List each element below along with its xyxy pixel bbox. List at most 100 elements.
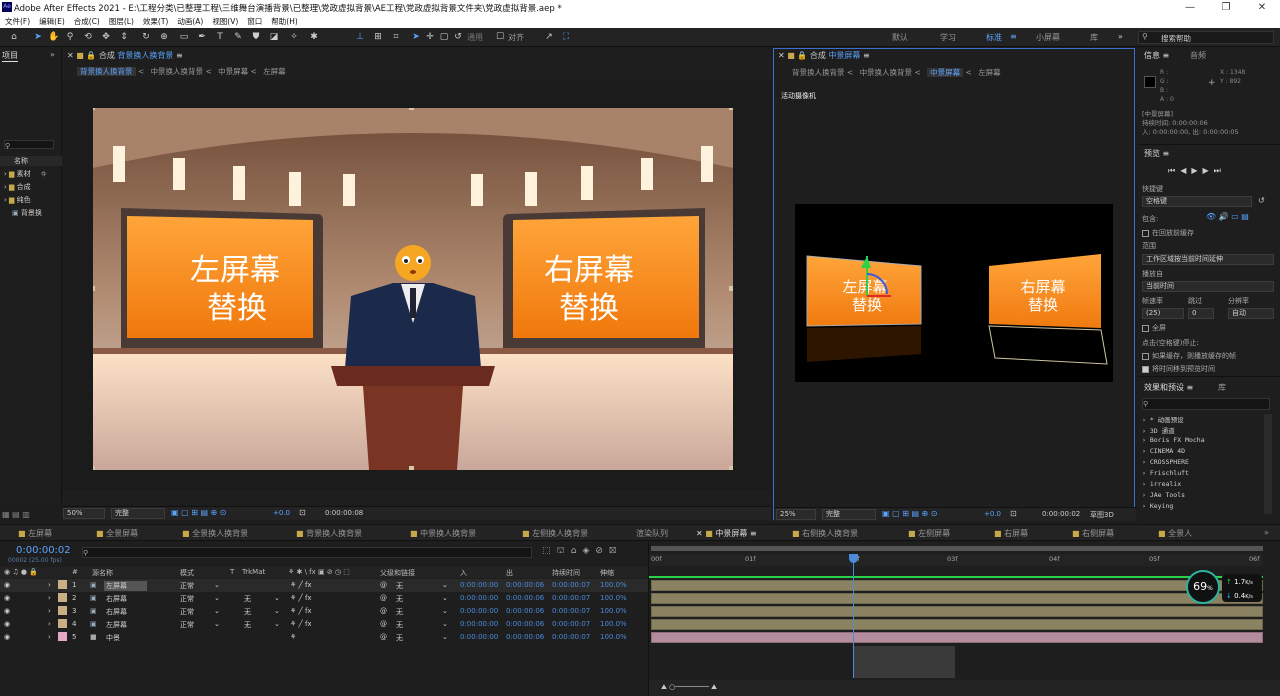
tab-timeline[interactable]: ■ 左侧换人换背景 xyxy=(522,528,588,539)
visibility-icon[interactable]: ◉ xyxy=(4,633,10,641)
visibility-icon[interactable]: ◉ xyxy=(4,581,10,589)
crumb-item[interactable]: 背景换人换背景 xyxy=(77,67,136,76)
layer-in[interactable]: 0:00:00:00 xyxy=(460,594,498,602)
audio-tab[interactable]: 音频 xyxy=(1190,50,1206,61)
crumb-item[interactable]: 左屏幕 xyxy=(978,68,1001,77)
menu-effect[interactable]: 效果(T) xyxy=(143,15,168,28)
timecode-left[interactable]: 0:00:00:08 xyxy=(325,509,363,517)
lock-icon[interactable]: 🔒 xyxy=(86,51,96,60)
work-area-bar[interactable] xyxy=(651,546,1263,551)
layer-in[interactable]: 0:00:00:00 xyxy=(460,607,498,615)
menu-view[interactable]: 视图(V) xyxy=(212,15,238,28)
layer-mode[interactable]: 正常 xyxy=(180,581,194,591)
menu-file[interactable]: 文件(F) xyxy=(5,15,30,28)
workspace-learn[interactable]: 学习 xyxy=(940,32,956,43)
menu-window[interactable]: 窗口 xyxy=(247,15,262,28)
layer-mode[interactable]: 正常 xyxy=(180,594,194,604)
crumb-item[interactable]: 中景屏幕 xyxy=(927,68,964,77)
expand-arrow-icon[interactable]: › xyxy=(48,633,51,641)
resolution-dropdown[interactable]: 自动 xyxy=(1228,308,1274,319)
stamp-tool-icon[interactable]: ⛊ xyxy=(250,31,262,43)
layer-stretch[interactable]: 100.0% xyxy=(600,607,627,615)
timeline-switch-icons[interactable]: ⬚⛫⌂◈⊘⛝ xyxy=(542,546,622,557)
layer-in[interactable]: 0:00:00:00 xyxy=(460,620,498,628)
menu-edit[interactable]: 编辑(E) xyxy=(39,15,65,28)
menu-layer[interactable]: 图层(L) xyxy=(109,15,134,28)
puppet-tool-icon[interactable]: ✱ xyxy=(308,31,320,43)
layer-parent[interactable]: 无 xyxy=(396,607,403,617)
3d-scene-preview[interactable]: 左屏幕 替换 右屏幕 替换 xyxy=(795,204,1113,382)
tab-timeline[interactable]: ■ 背景换人换背景 xyxy=(296,528,362,539)
workspace-small-screen[interactable]: 小屏幕 xyxy=(1036,32,1060,43)
fps-dropdown[interactable]: (25) xyxy=(1142,308,1184,319)
project-col-name[interactable]: 名称 xyxy=(0,156,62,166)
crumb-item[interactable]: 中景屏幕 xyxy=(218,67,248,76)
pickwhip-icon[interactable]: @ xyxy=(380,633,387,641)
zoom-dropdown-right[interactable]: 25% xyxy=(776,509,816,520)
layer-trkmat[interactable]: 无 xyxy=(244,594,251,604)
hand-tool-icon[interactable]: ✋ xyxy=(48,31,60,43)
timecode-right[interactable]: 0:00:00:02 xyxy=(1042,510,1080,518)
move-3d-icon[interactable]: ✛ xyxy=(424,31,436,43)
layer-mode[interactable]: 正常 xyxy=(180,620,194,630)
project-item-footage[interactable]: › ▆ 素材 ⛗ xyxy=(4,169,47,179)
tab-timeline[interactable]: ■ 全景人 xyxy=(1158,528,1192,539)
brush-tool-icon[interactable]: ✎ xyxy=(232,31,244,43)
snap-checkbox-icon[interactable]: ☐ xyxy=(494,31,506,43)
effect-category[interactable]: › irrealix xyxy=(1142,480,1181,488)
layer-mode[interactable]: 正常 xyxy=(180,607,194,617)
scale-3d-icon[interactable]: ▢ xyxy=(438,31,450,43)
minimize-button[interactable]: — xyxy=(1172,0,1208,15)
col-stretch[interactable]: 伸缩 xyxy=(600,568,614,578)
label-color-swatch[interactable] xyxy=(58,619,67,628)
library-tab[interactable]: 库 xyxy=(1218,382,1226,393)
selection-tool-icon[interactable]: ➤ xyxy=(32,31,44,43)
camera-icon[interactable]: ⊡ xyxy=(299,508,306,517)
project-item-comps[interactable]: › ▆ 合成 xyxy=(4,182,31,192)
layer-out[interactable]: 0:00:00:06 xyxy=(506,581,544,589)
preview-tab[interactable]: 预览 ≡ xyxy=(1144,148,1169,159)
label-color-swatch[interactable] xyxy=(58,593,67,602)
layer-stretch[interactable]: 100.0% xyxy=(600,620,627,628)
effect-category[interactable]: › CINEMA 4D xyxy=(1142,447,1185,455)
tab-timeline[interactable]: ■ 左屏幕 xyxy=(18,528,52,539)
arrow-icon[interactable]: ↗ xyxy=(543,31,555,43)
layer-parent[interactable]: 无 xyxy=(396,633,403,643)
select-3d-icon[interactable]: ➤ xyxy=(410,31,422,43)
skip-dropdown[interactable]: 0 xyxy=(1188,308,1214,319)
layer-name[interactable]: 中景 xyxy=(106,633,120,643)
layer-name[interactable]: 右屏幕 xyxy=(106,607,127,617)
layer-row[interactable]: ◉ › 4 ▣ 左屏幕 正常 ⌄ 无 ⌄ ⚘ ╱ fx @ 无 ⌄ 0:00:00:0… xyxy=(0,618,648,631)
comp-tab-right[interactable]: ✕ ■ 🔒 合成 中景屏幕 ≡ xyxy=(778,50,870,61)
visibility-icon[interactable]: ◉ xyxy=(4,620,10,628)
layer-in[interactable]: 0:00:00:00 xyxy=(460,581,498,589)
label-color-swatch[interactable] xyxy=(58,632,67,641)
layer-out[interactable]: 0:00:00:06 xyxy=(506,594,544,602)
rectangle-tool-icon[interactable]: ▭ xyxy=(178,31,190,43)
effect-category[interactable]: › Keying xyxy=(1142,502,1173,510)
tabs-overflow-icon[interactable]: » xyxy=(1264,528,1269,537)
info-tab[interactable]: 信息 ≡ xyxy=(1144,50,1169,61)
tab-menu-icon[interactable]: ≡ xyxy=(176,51,183,60)
quality-dropdown-right[interactable]: 完整 xyxy=(822,509,876,520)
layer-bar-5[interactable] xyxy=(651,632,1263,643)
local-axis-icon[interactable]: ⊥ xyxy=(354,31,366,43)
exposure-value-right[interactable]: +0.0 xyxy=(984,510,1001,518)
home-icon[interactable]: ⌂ xyxy=(8,31,20,43)
zoom-dropdown[interactable]: 50% xyxy=(63,508,105,519)
layer-bar-2[interactable] xyxy=(651,593,1263,604)
layer-name[interactable]: 左屏幕 xyxy=(104,581,147,591)
view-axis-icon[interactable]: ⌗ xyxy=(390,31,402,43)
lock-icon[interactable]: 🔒 xyxy=(797,51,807,60)
playhead[interactable] xyxy=(853,556,854,678)
menu-composition[interactable]: 合成(C) xyxy=(74,15,100,28)
zoom-tool-icon[interactable]: ⚲ xyxy=(64,31,76,43)
close-icon[interactable]: ✕ xyxy=(67,51,74,60)
crumb-item[interactable]: 中景换人换背景 xyxy=(860,68,913,77)
layer-switch-icons[interactable]: ⚘ xyxy=(290,633,296,641)
layer-switch-icons[interactable]: ⚘ ╱ fx xyxy=(290,594,312,602)
draft-3d-toggle[interactable]: 草图3D xyxy=(1090,510,1114,520)
rotate-3d-icon[interactable]: ↺ xyxy=(452,31,464,43)
current-timecode[interactable]: 0:00:00:02 xyxy=(16,545,71,556)
layer-in[interactable]: 0:00:00:00 xyxy=(460,633,498,641)
